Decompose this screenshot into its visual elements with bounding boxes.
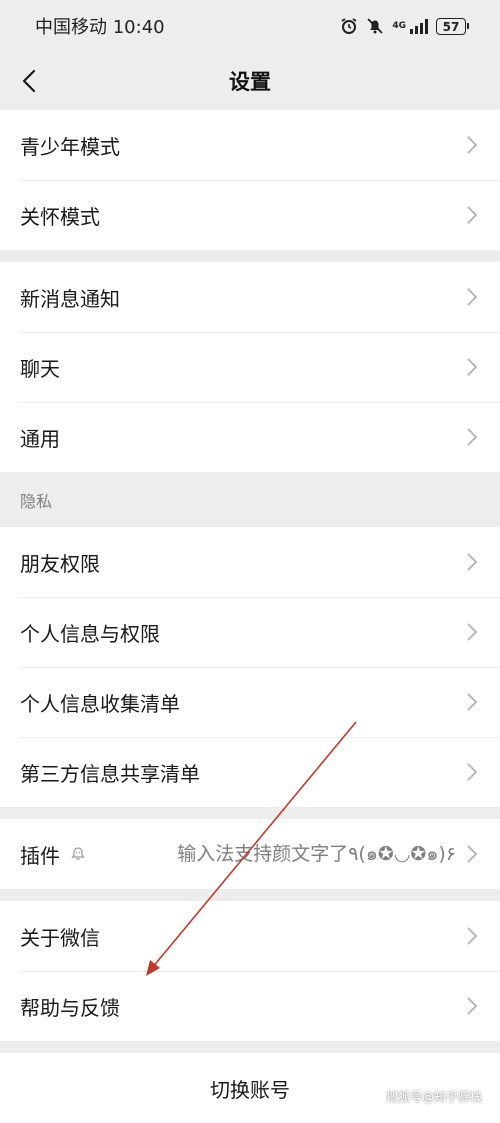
chevron-right-icon bbox=[467, 428, 478, 446]
group-gap bbox=[0, 1041, 500, 1053]
row-care-mode[interactable]: 关怀模式 bbox=[0, 180, 500, 250]
chevron-right-icon bbox=[467, 927, 478, 945]
row-label: 个人信息收集清单 bbox=[20, 691, 180, 716]
chevron-right-icon bbox=[467, 845, 478, 863]
signal-icon bbox=[410, 18, 428, 34]
chevron-right-icon bbox=[467, 623, 478, 641]
group-gap bbox=[0, 807, 500, 819]
group-gap bbox=[0, 889, 500, 901]
settings-group-privacy: 朋友权限 个人信息与权限 个人信息收集清单 第三方信息共享清单 bbox=[0, 527, 500, 807]
row-label: 个人信息与权限 bbox=[20, 621, 160, 646]
chevron-right-icon bbox=[467, 206, 478, 224]
row-label: 聊天 bbox=[20, 356, 60, 381]
chevron-right-icon bbox=[467, 693, 478, 711]
row-chat[interactable]: 聊天 bbox=[0, 332, 500, 402]
chevron-right-icon bbox=[467, 358, 478, 376]
group-gap bbox=[0, 250, 500, 262]
chevron-right-icon bbox=[467, 997, 478, 1015]
settings-group-general: 新消息通知 聊天 通用 bbox=[0, 262, 500, 472]
row-plugins[interactable]: 插件 输入法支持颜文字了٩(๑✪◡✪๑)۶ bbox=[0, 819, 500, 889]
row-label: 朋友权限 bbox=[20, 551, 100, 576]
row-label: 插件 bbox=[20, 843, 60, 868]
settings-group-plugins: 插件 输入法支持颜文字了٩(๑✪◡✪๑)۶ bbox=[0, 819, 500, 889]
chevron-right-icon bbox=[467, 288, 478, 306]
page-title: 设置 bbox=[229, 70, 271, 94]
row-about-wechat[interactable]: 关于微信 bbox=[0, 901, 500, 971]
section-header-privacy: 隐私 bbox=[20, 491, 53, 511]
watermark: 搜狐号@知乎驿栈 bbox=[385, 1090, 482, 1104]
row-personal-info-permissions[interactable]: 个人信息与权限 bbox=[0, 597, 500, 667]
battery-icon: 57 bbox=[436, 17, 469, 35]
alarm-icon bbox=[340, 17, 358, 35]
carrier-time: 中国移动 10:40 bbox=[35, 17, 165, 38]
plugin-status-text: 输入法支持颜文字了٩(๑✪◡✪๑)۶ bbox=[177, 843, 456, 865]
row-youth-mode[interactable]: 青少年模式 bbox=[0, 110, 500, 180]
row-label: 关于微信 bbox=[20, 925, 100, 950]
row-new-message-notification[interactable]: 新消息通知 bbox=[0, 262, 500, 332]
row-label: 新消息通知 bbox=[20, 286, 120, 311]
plugin-update-icon bbox=[71, 847, 85, 860]
row-label: 第三方信息共享清单 bbox=[20, 761, 200, 786]
row-label: 青少年模式 bbox=[20, 134, 120, 159]
status-icons: 4G 57 bbox=[340, 17, 469, 35]
row-personal-info-collection-list[interactable]: 个人信息收集清单 bbox=[0, 667, 500, 737]
row-friend-permissions[interactable]: 朋友权限 bbox=[0, 527, 500, 597]
chevron-right-icon bbox=[467, 553, 478, 571]
row-third-party-sharing-list[interactable]: 第三方信息共享清单 bbox=[0, 737, 500, 807]
chevron-left-icon bbox=[22, 69, 36, 93]
network-label: 4G bbox=[392, 20, 406, 31]
chevron-right-icon bbox=[467, 136, 478, 154]
row-label: 帮助与反馈 bbox=[20, 995, 120, 1020]
row-general[interactable]: 通用 bbox=[0, 402, 500, 472]
row-help-feedback[interactable]: 帮助与反馈 bbox=[0, 971, 500, 1041]
status-bar: 中国移动 10:40 4G 57 bbox=[0, 0, 500, 52]
mute-icon bbox=[366, 17, 384, 35]
settings-group-about: 关于微信 帮助与反馈 bbox=[0, 901, 500, 1041]
back-button[interactable] bbox=[14, 64, 44, 98]
row-label: 通用 bbox=[20, 426, 60, 451]
settings-group-modes: 青少年模式 关怀模式 bbox=[0, 110, 500, 250]
nav-bar: 设置 bbox=[0, 52, 500, 110]
row-label: 关怀模式 bbox=[20, 204, 100, 229]
chevron-right-icon bbox=[467, 763, 478, 781]
